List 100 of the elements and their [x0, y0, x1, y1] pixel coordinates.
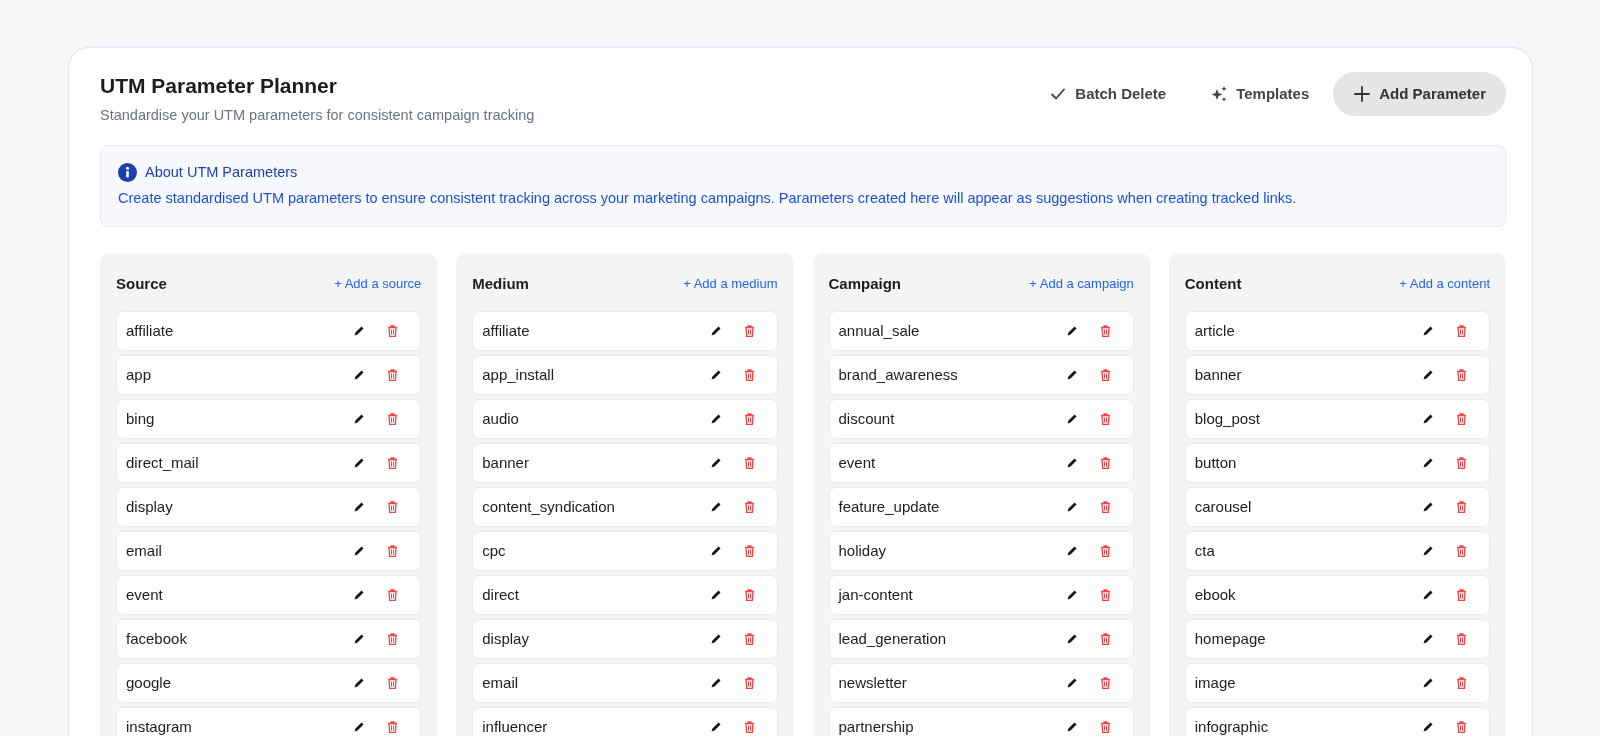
parameter-name: brand_awareness: [838, 364, 959, 385]
edit-button[interactable]: [1065, 589, 1078, 602]
delete-button[interactable]: [387, 413, 399, 426]
edit-button[interactable]: [709, 677, 722, 690]
delete-button[interactable]: [387, 457, 399, 470]
delete-button[interactable]: [387, 677, 399, 690]
edit-button[interactable]: [709, 501, 722, 514]
delete-button[interactable]: [1456, 545, 1467, 558]
delete-button[interactable]: [1099, 633, 1111, 646]
edit-button[interactable]: [1422, 413, 1434, 426]
edit-button[interactable]: [709, 413, 722, 426]
delete-button[interactable]: [1099, 325, 1111, 338]
delete-button[interactable]: [1456, 457, 1467, 470]
edit-button[interactable]: [709, 589, 722, 602]
delete-button[interactable]: [387, 545, 399, 558]
delete-button[interactable]: [743, 457, 755, 470]
edit-button[interactable]: [353, 325, 366, 338]
delete-button[interactable]: [387, 721, 399, 734]
parameter-name: holiday: [838, 540, 888, 561]
delete-button[interactable]: [387, 589, 399, 602]
parameter-name: homepage: [1194, 628, 1267, 649]
delete-button[interactable]: [743, 369, 755, 382]
action-button[interactable]: Batch Delete: [1029, 72, 1187, 116]
delete-button[interactable]: [1099, 677, 1111, 690]
delete-button[interactable]: [1099, 457, 1111, 470]
edit-button[interactable]: [1065, 633, 1078, 646]
delete-button[interactable]: [1456, 633, 1467, 646]
delete-button[interactable]: [743, 677, 755, 690]
edit-button[interactable]: [353, 413, 366, 426]
delete-button[interactable]: [743, 325, 755, 338]
delete-button[interactable]: [1099, 369, 1111, 382]
edit-button[interactable]: [709, 633, 722, 646]
edit-button[interactable]: [353, 721, 366, 734]
parameter-name: event: [838, 452, 877, 473]
add-link[interactable]: + Add a medium: [683, 274, 778, 294]
edit-button[interactable]: [1065, 369, 1078, 382]
parameter-name: email: [126, 540, 163, 561]
edit-button[interactable]: [1422, 545, 1434, 558]
delete-button[interactable]: [1456, 677, 1467, 690]
delete-button[interactable]: [1099, 721, 1111, 734]
edit-button[interactable]: [1422, 633, 1434, 646]
edit-button[interactable]: [353, 501, 366, 514]
parameter-name: feature_update: [838, 496, 941, 517]
delete-button[interactable]: [1099, 589, 1111, 602]
edit-button[interactable]: [353, 633, 366, 646]
delete-button[interactable]: [1099, 501, 1111, 514]
parameter-name: newsletter: [838, 672, 908, 693]
parameter-name: affiliate: [126, 320, 175, 341]
edit-button[interactable]: [1065, 413, 1078, 426]
delete-button[interactable]: [387, 633, 399, 646]
delete-button[interactable]: [1099, 413, 1111, 426]
edit-button[interactable]: [353, 369, 366, 382]
delete-button[interactable]: [1456, 413, 1467, 426]
delete-button[interactable]: [1456, 589, 1467, 602]
edit-button[interactable]: [1422, 369, 1434, 382]
delete-button[interactable]: [1456, 325, 1467, 338]
edit-button[interactable]: [1065, 457, 1078, 470]
add-link[interactable]: + Add a content: [1399, 274, 1490, 294]
edit-button[interactable]: [1422, 677, 1434, 690]
edit-button[interactable]: [1065, 325, 1078, 338]
delete-button[interactable]: [1456, 369, 1467, 382]
parameter-name: lead_generation: [838, 628, 948, 649]
edit-button[interactable]: [1422, 721, 1434, 734]
edit-button[interactable]: [353, 677, 366, 690]
edit-button[interactable]: [1065, 721, 1078, 734]
delete-button[interactable]: [387, 325, 399, 338]
edit-button[interactable]: [709, 545, 722, 558]
edit-button[interactable]: [709, 369, 722, 382]
delete-button[interactable]: [743, 545, 755, 558]
add-link[interactable]: + Add a campaign: [1029, 274, 1134, 294]
parameter-name: google: [126, 672, 173, 693]
edit-button[interactable]: [1065, 677, 1078, 690]
delete-button[interactable]: [1099, 545, 1111, 558]
delete-button[interactable]: [387, 369, 399, 382]
delete-button[interactable]: [743, 413, 755, 426]
edit-button[interactable]: [1422, 457, 1434, 470]
parameter-name: display: [482, 628, 530, 649]
action-button[interactable]: Add Parameter: [1333, 72, 1506, 116]
edit-button[interactable]: [1065, 501, 1078, 514]
edit-button[interactable]: [1422, 589, 1434, 602]
parameter-name: audio: [482, 408, 520, 429]
edit-button[interactable]: [1422, 501, 1434, 514]
edit-button[interactable]: [353, 589, 366, 602]
edit-button[interactable]: [709, 325, 722, 338]
edit-button[interactable]: [353, 457, 366, 470]
delete-button[interactable]: [743, 501, 755, 514]
delete-button[interactable]: [387, 501, 399, 514]
page-title: UTM Parameter Planner: [100, 73, 338, 99]
edit-button[interactable]: [1422, 325, 1434, 338]
add-link[interactable]: + Add a source: [334, 274, 422, 294]
delete-button[interactable]: [1456, 501, 1467, 514]
edit-button[interactable]: [1065, 545, 1078, 558]
edit-button[interactable]: [353, 545, 366, 558]
delete-button[interactable]: [743, 589, 755, 602]
delete-button[interactable]: [1456, 721, 1467, 734]
edit-button[interactable]: [709, 457, 722, 470]
delete-button[interactable]: [743, 721, 755, 734]
delete-button[interactable]: [743, 633, 755, 646]
edit-button[interactable]: [709, 721, 722, 734]
action-button[interactable]: Templates: [1190, 72, 1330, 116]
